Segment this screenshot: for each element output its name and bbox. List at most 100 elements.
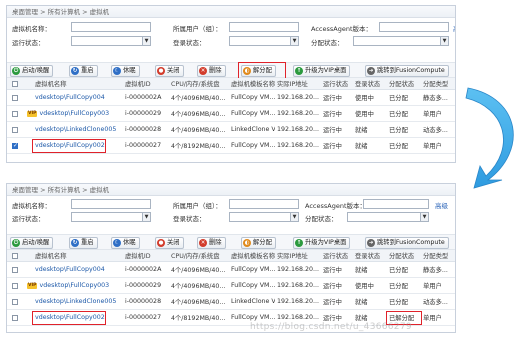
table-row[interactable]: vdesktop\FullCopy004 i-0000002A 4个/4096M…: [7, 90, 455, 106]
table-row-selected[interactable]: vdesktop\FullCopy002 i-00000027 4个/8192M…: [7, 138, 455, 154]
col-header[interactable]: 登录状态: [355, 250, 385, 261]
access-agent-input[interactable]: [379, 22, 449, 32]
hibernate-button[interactable]: ☾ 休眠: [111, 237, 140, 249]
upgrade-vip-button[interactable]: ↑ 升级为VIP桌面: [293, 237, 351, 249]
vm-table: 虚拟机名称 虚拟机ID CPU/内存/系统盘 虚拟机模板名称 实际IP地址 运行…: [7, 78, 455, 154]
run-status-label: 运行状态：: [12, 39, 45, 47]
col-header[interactable]: CPU/内存/系统盘: [171, 78, 229, 89]
col-header[interactable]: 虚拟机名称: [35, 250, 123, 261]
row-checkbox[interactable]: [12, 282, 18, 289]
restart-button[interactable]: ↻ 重启: [69, 65, 98, 77]
vm-list-panel-before: 桌面管理 > 所有计算机 > 虚拟机 虚拟机名称： 所属用户（组）： Acces…: [6, 5, 456, 163]
access-agent-input[interactable]: [363, 199, 429, 209]
user-group-label: 所属用户（组）：: [173, 25, 222, 33]
vm-name-link[interactable]: vdesktop\FullCopy004: [35, 262, 123, 277]
col-header[interactable]: 登录状态: [355, 78, 385, 89]
vm-name-input[interactable]: [71, 22, 151, 32]
vm-id: i-00000027: [125, 314, 162, 321]
row-checkbox[interactable]: [12, 126, 18, 133]
vm-spec: 4个/4096MB/40...: [171, 299, 226, 306]
vm-name-input[interactable]: [71, 199, 151, 209]
col-header[interactable]: 分配类型: [423, 250, 455, 261]
col-header[interactable]: CPU/内存/系统盘: [171, 250, 229, 261]
col-header[interactable]: 虚拟机模板名称: [231, 250, 275, 261]
vm-name-link[interactable]: vdesktop\FullCopy002: [35, 138, 123, 153]
start-wake-button[interactable]: ⏻ 启动/唤醒: [10, 237, 54, 249]
filter-area: 虚拟机名称： 所属用户（组）： AccessAgent版本： 运行状态： ▼ 登…: [7, 18, 455, 62]
hibernate-button[interactable]: ☾ 休眠: [111, 65, 140, 77]
restart-button[interactable]: ↻ 重启: [69, 237, 98, 249]
jump-fusioncompute-button[interactable]: ➜ 跳转到FusionCompute: [365, 237, 449, 249]
vm-name-link[interactable]: vdesktop\LinkedClone005: [35, 122, 123, 137]
vm-name-link[interactable]: vdesktop\FullCopy002: [35, 310, 123, 325]
table-row[interactable]: vdesktop\LinkedClone005 i-00000028 4个/40…: [7, 294, 455, 310]
col-header[interactable]: 虚拟机ID: [125, 250, 169, 261]
power-icon: ⏻: [12, 239, 20, 247]
start-wake-button[interactable]: ⏻ 启动/唤醒: [10, 65, 54, 77]
col-header[interactable]: 虚拟机名称: [35, 78, 123, 89]
table-row[interactable]: VIP vdesktop\FullCopy003 i-00000029 4个/40…: [7, 278, 455, 294]
table-row[interactable]: VIP vdesktop\FullCopy003 i-00000029 4个/40…: [7, 106, 455, 122]
advanced-search-link[interactable]: 高级: [435, 200, 448, 210]
delete-button[interactable]: ✕ 删除: [197, 237, 226, 249]
col-header[interactable]: 虚拟机模板名称: [231, 78, 275, 89]
select-all-checkbox[interactable]: [12, 80, 18, 87]
row-checkbox[interactable]: [12, 94, 18, 101]
delete-button[interactable]: ✕ 删除: [197, 65, 226, 77]
vm-name-label: 虚拟机名称：: [12, 202, 51, 210]
col-header[interactable]: 实际IP地址: [277, 250, 321, 261]
unassign-button[interactable]: ◐ 解分配: [241, 65, 276, 77]
row-checkbox[interactable]: [12, 266, 18, 273]
assign-status-select[interactable]: ▼: [353, 36, 449, 46]
transition-arrow-icon: [465, 87, 514, 189]
vip-upgrade-icon: ↑: [295, 67, 303, 75]
table-row[interactable]: vdesktop\FullCopy004 i-0000002A 4个/4096M…: [7, 262, 455, 278]
row-checkbox[interactable]: [12, 314, 18, 321]
vm-template: FullCopy VM...: [231, 142, 275, 149]
row-checkbox[interactable]: [12, 110, 18, 117]
row-checkbox[interactable]: [12, 142, 18, 149]
table-row[interactable]: vdesktop\LinkedClone005 i-00000028 4个/40…: [7, 122, 455, 138]
col-header[interactable]: 分配状态: [389, 250, 419, 261]
access-agent-label: AccessAgent版本：: [311, 25, 372, 33]
col-header[interactable]: 运行状态: [323, 78, 353, 89]
vm-name-link[interactable]: vdesktop\FullCopy003: [39, 282, 109, 289]
assign-status-label: 分配状态：: [311, 39, 344, 47]
vm-name-link[interactable]: vdesktop\FullCopy003: [39, 110, 109, 117]
row-checkbox[interactable]: [12, 298, 18, 305]
shutdown-icon: ●: [157, 67, 165, 75]
advanced-search-link[interactable]: 高: [453, 23, 455, 33]
vm-name-link[interactable]: vdesktop\LinkedClone005: [35, 294, 123, 309]
login-status: 就绪: [355, 143, 368, 150]
select-all-checkbox[interactable]: [12, 252, 18, 259]
run-status: 运行中: [323, 143, 342, 150]
hibernate-icon: ☾: [113, 67, 121, 75]
vip-badge: VIP: [27, 282, 38, 289]
col-header[interactable]: 分配类型: [423, 78, 455, 89]
jump-fusioncompute-button[interactable]: ➜ 跳转到FusionCompute: [365, 65, 449, 77]
run-status-select[interactable]: ▼: [71, 36, 151, 46]
vm-spec: 4个/8192MB/40...: [171, 143, 226, 150]
vm-id: i-00000027: [125, 142, 162, 149]
login-status-select[interactable]: ▼: [229, 212, 299, 222]
user-group-input[interactable]: [229, 22, 299, 32]
assign-type: 静态多...: [423, 267, 448, 274]
unassign-button[interactable]: ◐ 解分配: [241, 237, 276, 249]
login-status-select[interactable]: ▼: [229, 36, 299, 46]
upgrade-vip-button[interactable]: ↑ 升级为VIP桌面: [293, 65, 351, 77]
col-header[interactable]: 运行状态: [323, 250, 353, 261]
shutdown-button[interactable]: ● 关闭: [155, 65, 184, 77]
vm-name-link[interactable]: vdesktop\FullCopy004: [35, 90, 123, 105]
assign-type: 动态多...: [423, 127, 448, 134]
col-header[interactable]: 虚拟机ID: [125, 78, 169, 89]
assign-status: 已分配: [389, 95, 408, 102]
run-status-select[interactable]: ▼: [71, 212, 151, 222]
shutdown-button[interactable]: ● 关闭: [155, 237, 184, 249]
assign-status-select[interactable]: ▼: [347, 212, 429, 222]
vm-template: FullCopy VM...: [231, 94, 275, 101]
vm-spec: 4个/4096MB/40...: [171, 111, 226, 118]
col-header[interactable]: 分配状态: [389, 78, 419, 89]
col-header[interactable]: 实际IP地址: [277, 78, 321, 89]
user-group-input[interactable]: [229, 199, 299, 209]
access-agent-label: AccessAgent版本：: [305, 202, 366, 210]
